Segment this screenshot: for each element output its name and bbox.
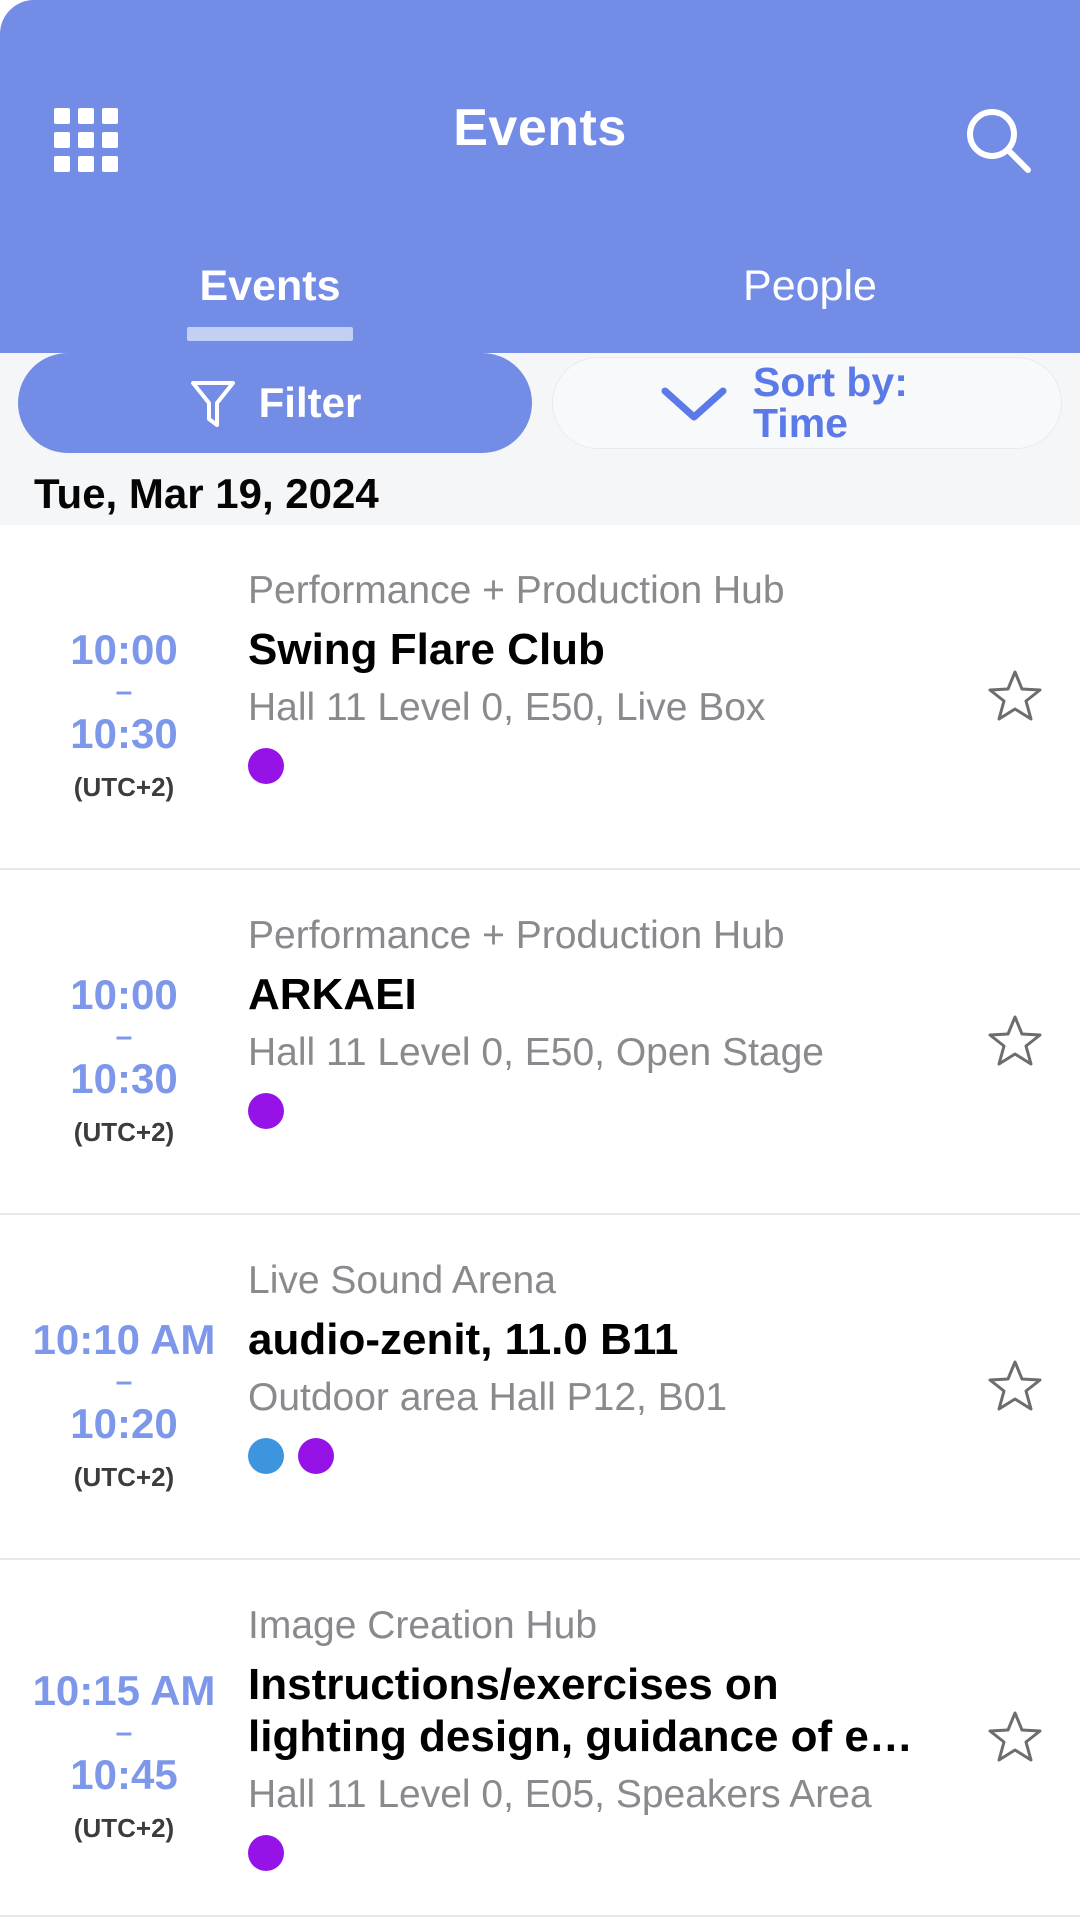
event-tag-dots [248,1835,942,1872]
event-list[interactable]: 10:00–10:30 (UTC+2) Performance + Producti… [0,525,1080,1918]
event-category: Performance + Production Hub [248,569,785,612]
event-time-column: 10:00–10:30 (UTC+2) [0,567,248,824]
search-icon[interactable] [962,104,1034,176]
event-location: Hall 11 Level 0, E50, Live Box [248,685,766,729]
event-favorite-column [950,1602,1080,1871]
sort-by-button[interactable]: Sort by: Time [552,357,1062,449]
page-title: Events [453,99,627,157]
event-start-time: 10:10 AM [32,1316,216,1363]
date-section-header: Tue, Mar 19, 2024 [0,463,1080,525]
event-title: Swing Flare Club [248,624,605,674]
event-time-column: 10:10 AM –10:20 (UTC+2) [0,1257,248,1514]
star-outline-icon[interactable] [987,668,1043,724]
event-tag-dots [248,748,942,785]
event-row[interactable]: 10:10 AM –10:20 (UTC+2) Live Sound Arena aud… [0,1215,1080,1560]
event-body-column: Performance + Production Hub ARKAEI Hall 1… [248,912,950,1169]
event-tag-dot [248,748,284,785]
event-end-time: 10:30 [70,709,178,757]
event-location: Outdoor area Hall P12, B01 [248,1375,728,1419]
event-category: Performance + Production Hub [248,914,785,957]
event-location: Hall 11 Level 0, E50, Open Stage [248,1030,824,1074]
event-tag-dot [248,1438,284,1475]
date-label: Tue, Mar 19, 2024 [34,470,379,517]
event-end-time: 10:45 [70,1750,178,1798]
sort-by-prefix: Sort by: [753,359,908,405]
event-start-time: 10:00 [70,971,178,1018]
event-timezone: (UTC+2) [73,1117,175,1147]
event-tag-dots [248,1438,942,1475]
event-body-column: Performance + Production Hub Swing Flare … [248,567,950,824]
event-favorite-column [950,1257,1080,1514]
event-row[interactable]: 10:15 AM –10:45 (UTC+2) Image Creation Hub I… [0,1560,1080,1918]
event-start-time: 10:15 AM [32,1667,216,1715]
app-header: Events Events People [0,0,1080,355]
event-start-time: 10:00 [70,626,178,673]
sort-by-label: Sort by: Time [753,362,908,444]
event-title: audio-zenit, 11.0 B11 [248,1314,679,1364]
event-timezone: (UTC+2) [73,1462,175,1492]
filter-sort-bar: Sort by: Time Filter [0,353,1080,463]
tab-events[interactable]: Events [0,250,540,355]
event-body-column: Live Sound Arena audio-zenit, 11.0 B11 Out… [248,1257,950,1514]
event-favorite-column [950,567,1080,824]
event-time-dash: – [115,1364,133,1398]
tab-events-label: Events [199,262,341,310]
event-time-dash: – [115,1715,133,1749]
star-outline-icon[interactable] [987,1013,1043,1069]
event-category: Image Creation Hub [248,1604,598,1647]
filter-button[interactable]: Filter [18,353,532,453]
chevron-down-icon [657,381,731,425]
event-time-dash: – [115,1019,133,1053]
event-location: Hall 11 Level 0, E05, Speakers Area [248,1772,872,1816]
event-category: Live Sound Arena [248,1259,556,1302]
star-outline-icon[interactable] [987,1358,1043,1414]
event-tag-dot [248,1093,284,1130]
event-timezone: (UTC+2) [73,1813,175,1844]
tab-people[interactable]: People [540,250,1080,355]
event-end-time: 10:20 [70,1399,178,1447]
star-outline-icon[interactable] [987,1709,1043,1765]
event-body-column: Image Creation Hub Instructions/exercises… [248,1602,950,1872]
event-end-time: 10:30 [70,1054,178,1102]
event-row[interactable]: 10:00–10:30 (UTC+2) Performance + Producti… [0,525,1080,870]
tab-bar: Events People [0,250,1080,355]
event-title: ARKAEI [248,969,417,1019]
event-tag-dot [248,1835,284,1872]
event-tag-dot [298,1438,334,1475]
tab-active-indicator [187,327,353,341]
event-favorite-column [950,912,1080,1169]
event-time-column: 10:15 AM –10:45 (UTC+2) [0,1602,248,1871]
event-title: Instructions/exercises on lighting desig… [248,1659,913,1761]
filter-button-label: Filter [258,379,362,426]
event-time-dash: – [115,674,133,708]
event-row[interactable]: 10:00–10:30 (UTC+2) Performance + Producti… [0,870,1080,1215]
app-screen: Events Events People Sort by: Time Filte… [0,0,1080,1920]
tab-people-label: People [743,262,877,310]
funnel-icon [189,377,237,429]
event-tag-dots [248,1093,942,1130]
event-timezone: (UTC+2) [73,772,175,802]
event-time-column: 10:00–10:30 (UTC+2) [0,912,248,1169]
sort-by-value: Time [753,400,848,446]
